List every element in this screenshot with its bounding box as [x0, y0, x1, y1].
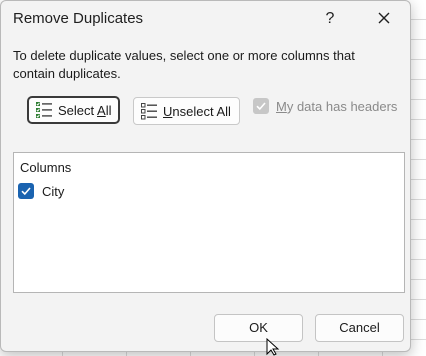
unselect-all-label-post: nselect All — [172, 103, 231, 119]
close-button[interactable] — [371, 7, 397, 31]
columns-list-header: Columns — [20, 160, 72, 175]
cancel-button[interactable]: Cancel — [315, 314, 404, 342]
ok-button[interactable]: OK — [214, 314, 303, 342]
headers-checkbox-label-accel: M — [276, 98, 287, 114]
close-icon — [378, 12, 390, 24]
column-checkbox[interactable] — [18, 183, 34, 199]
select-all-label: Select All — [58, 103, 111, 118]
columns-list: Columns City — [13, 152, 405, 293]
column-item-label: City — [42, 183, 65, 199]
select-all-button[interactable]: Select All — [27, 96, 120, 124]
headers-checkbox-label: My data has headers — [276, 99, 397, 114]
unselect-all-label: Unselect All — [163, 104, 231, 119]
unselect-all-icon — [141, 103, 157, 120]
select-all-label-post: ll — [105, 102, 112, 118]
select-all-icon — [36, 102, 52, 118]
checkmark-icon — [256, 102, 266, 111]
headers-checkbox-label-post: y data has headers — [286, 98, 398, 114]
remove-duplicates-dialog: Remove Duplicates ? To delete duplicate … — [0, 0, 411, 352]
mouse-cursor-icon — [266, 338, 280, 356]
unselect-all-button[interactable]: Unselect All — [133, 97, 240, 125]
dialog-title: Remove Duplicates — [13, 10, 144, 27]
column-item-city[interactable]: City — [18, 181, 64, 201]
select-all-label-accel: A — [97, 102, 106, 118]
checkmark-icon — [21, 187, 31, 196]
my-data-has-headers-checkbox[interactable]: My data has headers — [253, 97, 397, 115]
headers-checkbox-box — [253, 98, 269, 114]
select-all-label-pre: Select — [58, 102, 98, 118]
help-button[interactable]: ? — [319, 7, 341, 31]
dialog-description: To delete duplicate values, select one o… — [13, 48, 355, 81]
unselect-all-label-accel: U — [163, 103, 173, 119]
